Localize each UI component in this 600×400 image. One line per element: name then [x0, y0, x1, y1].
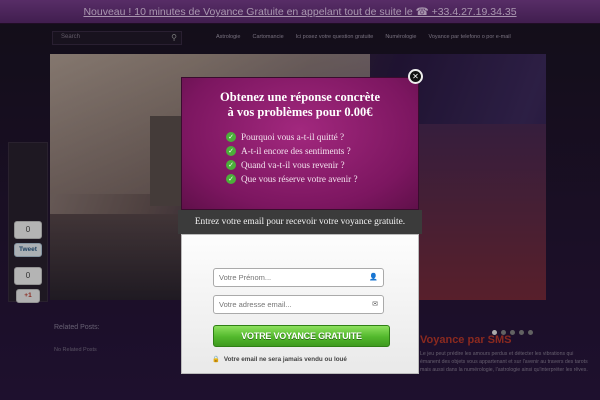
- firstname-input[interactable]: [219, 269, 367, 286]
- privacy-note-text: Votre email ne sera jamais vendu ou loué: [223, 356, 347, 363]
- check-icon: ✓: [226, 146, 236, 156]
- modal-title-line2: à vos problèmes pour 0.00€: [227, 105, 373, 119]
- check-icon: ✓: [226, 160, 236, 170]
- list-item: ✓ Quand va-t-il vous revenir ?: [226, 158, 418, 172]
- envelope-icon: ✉: [372, 300, 378, 308]
- modal-title-line1: Obtenez une réponse concrète: [219, 90, 381, 104]
- submit-button[interactable]: VOTRE VOYANCE GRATUITE: [213, 325, 390, 347]
- optin-modal: Obtenez une réponse concrète à vos probl…: [178, 69, 423, 374]
- list-item: ✓ A-t-il encore des sentiments ?: [226, 144, 418, 158]
- firstname-field[interactable]: 👤: [213, 268, 384, 287]
- email-input[interactable]: [219, 296, 367, 313]
- question-list: ✓ Pourquoi vous a-t-il quitté ? ✓ A-t-il e…: [226, 130, 418, 186]
- list-item: ✓ Que vous réserve votre avenir ?: [226, 172, 418, 186]
- optin-form: 👤 ✉ VOTRE VOYANCE GRATUITE 🔒Votre email …: [181, 234, 419, 374]
- lock-icon: 🔒: [212, 356, 220, 363]
- email-field[interactable]: ✉: [213, 295, 384, 314]
- user-icon: 👤: [369, 273, 378, 281]
- privacy-note: 🔒 Votre email ne sera jamais vendu ou lou…: [212, 355, 347, 363]
- question-text: A-t-il encore des sentiments ?: [241, 146, 351, 156]
- modal-title: Obtenez une réponse concrète à vos probl…: [182, 90, 418, 120]
- check-icon: ✓: [226, 174, 236, 184]
- question-text: Quand va-t-il vous revenir ?: [241, 160, 345, 170]
- email-instruction-banner: Entrez votre email pour recevoir votre v…: [178, 210, 422, 234]
- question-text: Que vous réserve votre avenir ?: [241, 174, 358, 184]
- modal-header: Obtenez une réponse concrète à vos probl…: [181, 77, 419, 210]
- list-item: ✓ Pourquoi vous a-t-il quitté ?: [226, 130, 418, 144]
- check-icon: ✓: [226, 132, 236, 142]
- close-icon[interactable]: ✕: [408, 69, 423, 84]
- question-text: Pourquoi vous a-t-il quitté ?: [241, 132, 345, 142]
